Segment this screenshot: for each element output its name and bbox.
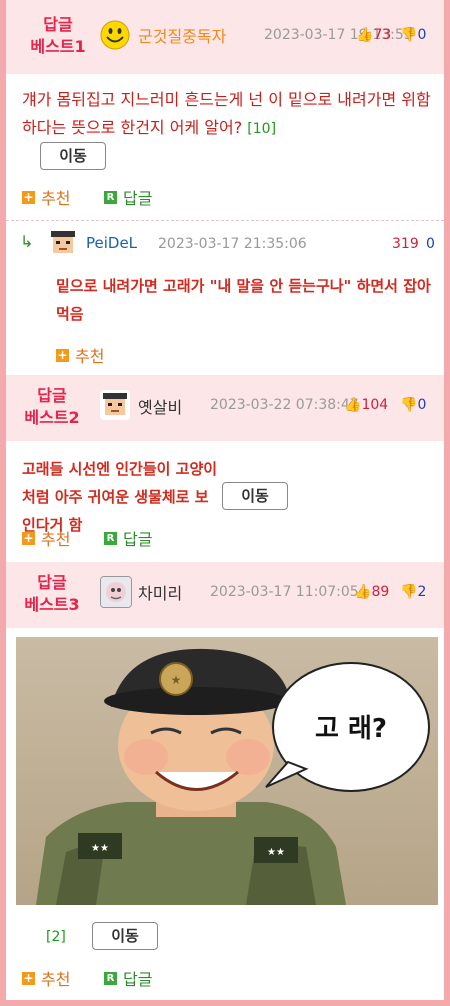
svg-text:★★: ★★ bbox=[267, 847, 285, 858]
downvote-count[interactable]: 👎0 bbox=[400, 397, 426, 413]
thumbs-down-icon: 👎 bbox=[400, 27, 418, 43]
author-nickname[interactable]: 차미리 bbox=[138, 580, 182, 604]
reply-arrow-icon: ↳ bbox=[20, 232, 34, 251]
comment-text: 걔가 몸뒤집고 지느러미 흔드는게 넌 이 밑으로 내려가면 위함하다는 뜻으로… bbox=[22, 90, 431, 137]
thumbs-up-icon: 👍 bbox=[356, 27, 374, 43]
reply-button[interactable]: R 답글 bbox=[104, 966, 152, 990]
best-label-line1: 답글 bbox=[43, 15, 73, 34]
comment-text: 밑으로 내려가면 고래가 "내 말을 안 듣는구나" 하면서 잡아먹음 bbox=[56, 277, 431, 323]
best-label-line2: 베스트2 bbox=[24, 408, 80, 427]
comment-date: 2023-03-17 11:07:05 bbox=[210, 584, 359, 600]
thumbs-up-icon: 👍 bbox=[354, 584, 372, 600]
downvote-count[interactable]: 0 bbox=[426, 236, 435, 252]
move-button[interactable]: 이동 bbox=[92, 922, 158, 950]
comment-date: 2023-03-17 21:35:06 bbox=[158, 236, 307, 252]
reply-r-icon: R bbox=[104, 531, 117, 545]
reply-count[interactable]: [2] bbox=[46, 929, 66, 945]
recommend-button[interactable]: + 추천 bbox=[22, 185, 70, 209]
user-avatar[interactable] bbox=[100, 390, 130, 420]
svg-text:★: ★ bbox=[171, 673, 182, 687]
author-nickname[interactable]: 군것질중독자 bbox=[138, 23, 226, 47]
best-badge: 답글 베스트2 bbox=[12, 385, 92, 429]
thumbs-down-icon: 👎 bbox=[400, 397, 418, 413]
smiley-avatar-icon[interactable] bbox=[100, 20, 130, 50]
best-badge: 답글 베스트1 bbox=[18, 14, 98, 58]
thumbs-down-icon: 👎 bbox=[400, 584, 418, 600]
reply-r-icon: R bbox=[104, 971, 117, 985]
downvote-count[interactable]: 👎2 bbox=[400, 584, 426, 600]
plus-icon: + bbox=[22, 189, 35, 204]
move-button[interactable]: 이동 bbox=[222, 482, 288, 510]
divider bbox=[6, 220, 444, 221]
recommend-button[interactable]: + 추천 bbox=[22, 966, 70, 990]
upvote-count[interactable]: 👍89 bbox=[354, 584, 389, 600]
best-badge: 답글 베스트3 bbox=[12, 572, 92, 616]
best-label-line1: 답글 bbox=[37, 573, 67, 592]
author-nickname[interactable]: 옛살비 bbox=[138, 394, 182, 418]
author-nickname[interactable]: PeiDeL bbox=[86, 234, 137, 252]
reply-button[interactable]: R 답글 bbox=[104, 526, 152, 550]
best-label-line1: 답글 bbox=[37, 386, 67, 405]
reply-r-icon: R bbox=[104, 190, 117, 204]
plus-icon: + bbox=[22, 530, 35, 545]
plus-icon: + bbox=[22, 970, 35, 985]
reply-count[interactable]: [10] bbox=[247, 121, 276, 137]
upvote-count[interactable]: 👍73 bbox=[356, 27, 391, 43]
downvote-count[interactable]: 👎0 bbox=[400, 27, 426, 43]
best-label-line2: 베스트3 bbox=[24, 595, 80, 614]
comment-list: 답글 베스트1 군것질중독자 2023-03-17 19:13:53 👍73 👎… bbox=[6, 0, 444, 1000]
upvote-count[interactable]: 319 bbox=[392, 236, 419, 252]
recommend-button[interactable]: + 추천 bbox=[22, 526, 70, 550]
comment-date: 2023-03-22 07:38:47 bbox=[210, 397, 359, 413]
attached-meme-image[interactable]: ★★ ★★ ★ 고 래? bbox=[16, 637, 438, 905]
reply-button[interactable]: R 답글 bbox=[104, 185, 152, 209]
recommend-button[interactable]: + 추천 bbox=[56, 343, 104, 367]
user-avatar[interactable] bbox=[48, 228, 78, 258]
meme-caption: 고 래? bbox=[315, 714, 387, 744]
move-button[interactable]: 이동 bbox=[40, 142, 106, 170]
best-label-line2: 베스트1 bbox=[30, 37, 86, 56]
upvote-count[interactable]: 👍104 bbox=[344, 397, 388, 413]
user-avatar[interactable] bbox=[100, 576, 132, 608]
thumbs-up-icon: 👍 bbox=[344, 397, 362, 413]
plus-icon: + bbox=[56, 347, 69, 362]
svg-text:★★: ★★ bbox=[91, 843, 109, 854]
